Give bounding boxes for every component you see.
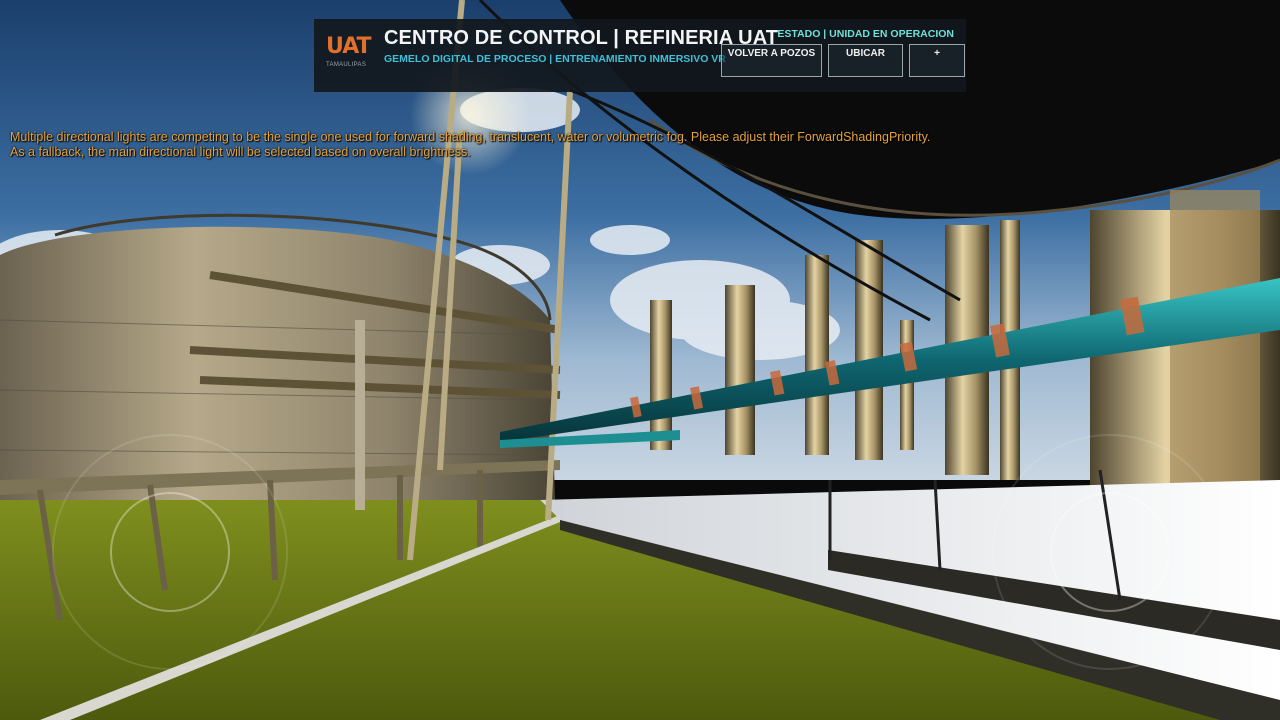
more-button[interactable]: + <box>909 44 965 77</box>
left-joystick-thumb[interactable] <box>110 492 230 612</box>
back-to-wells-button[interactable]: VOLVER A POZOS <box>721 44 822 77</box>
panel-title: CENTRO DE CONTROL | REFINERIA UAT <box>384 27 779 49</box>
engine-warning-line-1: Multiple directional lights are competin… <box>10 130 931 144</box>
engine-warning-message: Multiple directional lights are competin… <box>10 130 1010 160</box>
logo-subtext: TAMAULIPAS <box>326 62 367 68</box>
locate-button[interactable]: UBICAR <box>828 44 903 77</box>
engine-warning-line-2: As a fallback, the main directional ligh… <box>10 145 471 159</box>
status-label: ESTADO | UNIDAD EN OPERACION <box>777 28 954 40</box>
logo-wordmark: UAT <box>326 34 372 59</box>
control-center-panel: UAT TAMAULIPAS CENTRO DE CONTROL | REFIN… <box>314 19 966 92</box>
uat-logo: UAT TAMAULIPAS <box>324 35 378 75</box>
panel-subtitle: GEMELO DIGITAL DE PROCESO | ENTRENAMIENT… <box>384 53 726 65</box>
right-joystick-thumb[interactable] <box>1050 492 1170 612</box>
